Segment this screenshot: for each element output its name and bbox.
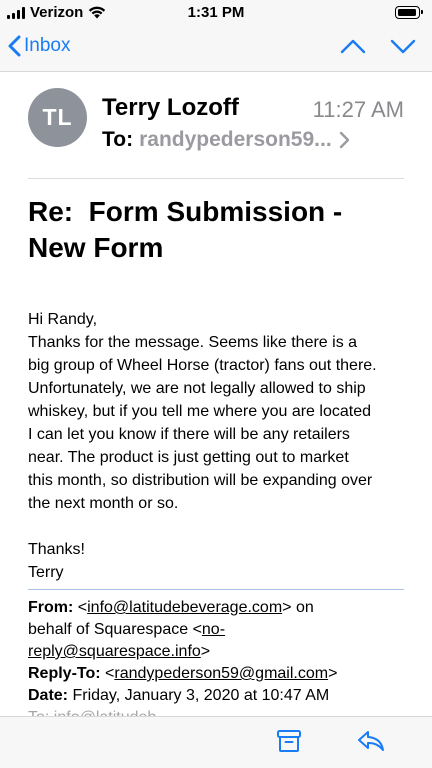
behalf-text: behalf of Squarespace <: [28, 621, 202, 638]
status-time: 1:31 PM: [187, 4, 245, 21]
quoted-divider: [28, 589, 404, 590]
replyto-email-link[interactable]: randypederson59@gmail.com: [114, 665, 328, 682]
message-nav-arrows: [340, 38, 416, 54]
signature: Terry: [28, 564, 64, 581]
back-to-inbox-button[interactable]: Inbox: [8, 35, 70, 57]
message-body: Hi Randy, Thanks for the message. Seems …: [28, 308, 408, 584]
header-divider: [28, 178, 404, 179]
signoff: Thanks!: [28, 541, 85, 558]
sender-name[interactable]: Terry Lozoff: [102, 94, 239, 122]
subject-line-1: Re: Form Submission -: [28, 196, 343, 227]
quoted-behalf-line: behalf of Squarespace <no-: [28, 619, 408, 641]
quoted-replyto-line: Reply-To: <randypederson59@gmail.com>: [28, 665, 338, 682]
noreply-link-part2[interactable]: reply@squarespace.info: [28, 643, 201, 660]
reply-icon[interactable]: [357, 729, 385, 753]
battery-icon: [395, 6, 423, 19]
body-line: whiskey, but if you tell me where you ar…: [28, 403, 371, 420]
chevron-right-icon: [339, 131, 349, 149]
quoted-header: From: <info@latitudebeverage.com> on beh…: [28, 597, 408, 707]
message-time: 11:27 AM: [312, 97, 404, 122]
date-value: Friday, January 3, 2020 at 10:47 AM: [72, 687, 330, 704]
navigation-bar: Inbox: [0, 26, 432, 72]
bottom-toolbar: [0, 716, 432, 768]
noreply-link-part1[interactable]: no-: [202, 621, 225, 638]
body-line: big group of Wheel Horse (tractor) fans …: [28, 357, 377, 374]
quoted-from-line: From: <info@latitudebeverage.com> on: [28, 599, 314, 616]
chevron-up-icon[interactable]: [340, 38, 366, 54]
body-line: the next month or so.: [28, 495, 179, 512]
body-line: near. The product is just getting out to…: [28, 449, 349, 466]
back-label: Inbox: [24, 35, 71, 56]
body-line: Thanks for the message. Seems like there…: [28, 334, 358, 351]
quoted-date-line: Date: Friday, January 3, 2020 at 10:47 A…: [28, 685, 408, 707]
chevron-left-icon: [8, 35, 21, 57]
from-label: From:: [28, 599, 74, 616]
to-label: To:: [102, 128, 134, 151]
body-line: Unfortunately, we are not legally allowe…: [28, 380, 366, 397]
body-line: this month, so distribution will be expa…: [28, 472, 373, 489]
message-subject: Re: Form Submission - New Form: [28, 194, 408, 266]
body-line: I can let you know if there will be any …: [28, 426, 350, 443]
date-label: Date:: [28, 687, 69, 704]
from-email-link[interactable]: info@latitudebeverage.com: [87, 599, 282, 616]
chevron-down-icon[interactable]: [390, 38, 416, 54]
subject-line-2: New Form: [28, 232, 164, 263]
archive-icon[interactable]: [276, 729, 302, 753]
recipient-line[interactable]: To: randypederson59...: [102, 128, 350, 152]
from-suffix: on: [291, 599, 314, 616]
greeting: Hi Randy,: [28, 311, 98, 328]
recipient-address: randypederson59...: [139, 128, 332, 151]
replyto-label: Reply-To:: [28, 665, 101, 682]
quoted-noreply-line: reply@squarespace.info>: [28, 643, 211, 660]
sender-avatar[interactable]: TL: [28, 88, 87, 147]
status-bar: Verizon 1:31 PM: [0, 0, 432, 26]
